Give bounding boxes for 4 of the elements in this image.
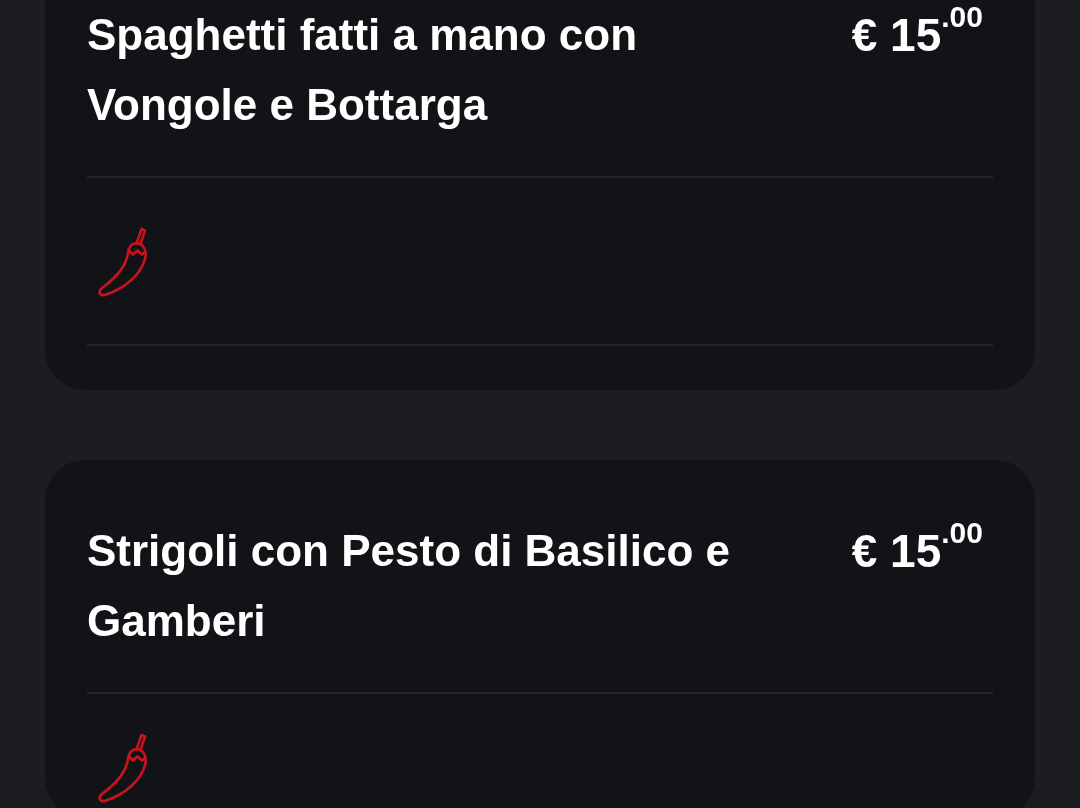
dish-name: Strigoli con Pesto di Basilico e Gamberi [87,525,732,647]
dish-name: Spaghetti fatti a mano con Vongole e Bottarga [87,9,639,131]
dish-price: € 15$^{.00}$ [851,516,984,579]
dish-price: € 15$^{.00}$ [851,0,984,63]
